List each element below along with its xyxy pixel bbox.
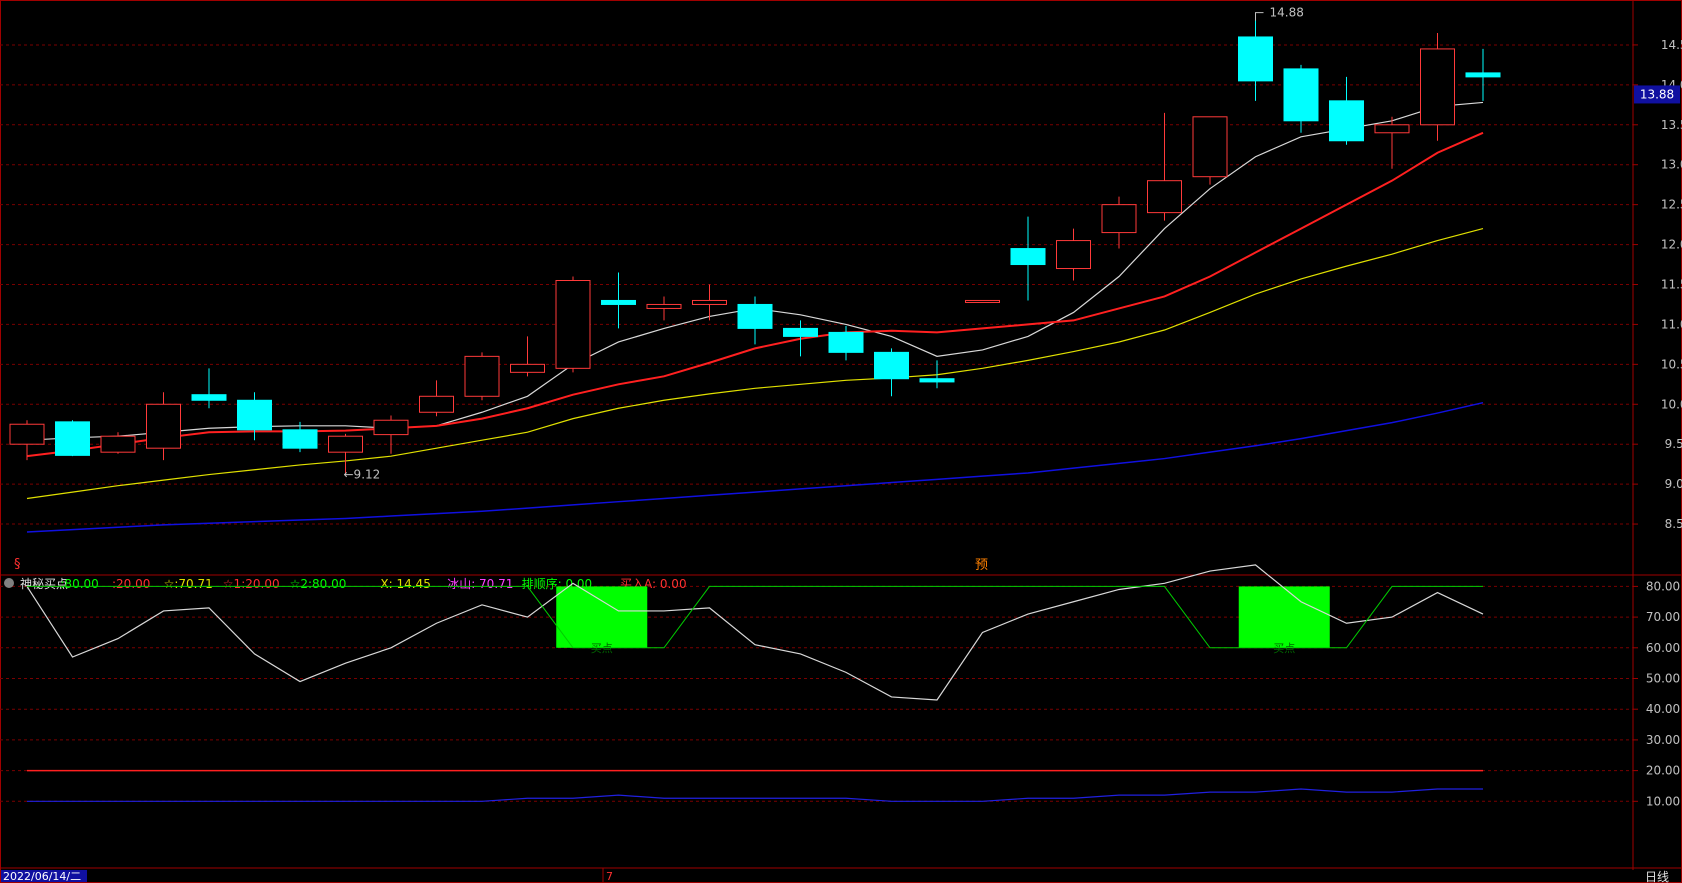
- high-label-arrow: [1255, 12, 1264, 21]
- candle-body[interactable]: [1374, 124, 1410, 134]
- main-ytick-label: 11.00: [1661, 317, 1682, 331]
- marker-forecast: 预: [975, 558, 988, 573]
- candle-body[interactable]: [9, 423, 45, 445]
- candle-body[interactable]: [965, 299, 1000, 303]
- indicator-ytick-label: 50.00: [1646, 672, 1680, 686]
- main-ytick-label: 12.00: [1661, 238, 1682, 252]
- candle-body[interactable]: [1056, 240, 1091, 270]
- candle-body[interactable]: [146, 403, 181, 449]
- candle-body[interactable]: [1465, 72, 1501, 78]
- candle-body[interactable]: [237, 399, 272, 431]
- indicator-ytick-label: 60.00: [1646, 641, 1680, 655]
- marker-section: §: [14, 557, 21, 572]
- footer-date: 2022/06/14/二: [3, 870, 81, 883]
- candle-body[interactable]: [1283, 68, 1319, 122]
- candle-body[interactable]: [282, 429, 318, 449]
- candle-body[interactable]: [919, 378, 955, 383]
- indicator-ytick-label: 40.00: [1646, 702, 1680, 716]
- buy-zone-block: [1238, 586, 1330, 648]
- candle-body[interactable]: [601, 299, 636, 305]
- ma-line-ma20: [26, 228, 1484, 500]
- main-ytick-label: 10.50: [1661, 357, 1682, 371]
- buy-zone-block: [556, 586, 648, 648]
- candle-body[interactable]: [646, 303, 682, 309]
- candle-body[interactable]: [191, 394, 227, 401]
- chart-border: [0, 0, 1682, 883]
- main-ytick-label: 12.50: [1661, 198, 1682, 212]
- main-ytick-label: 13.00: [1661, 158, 1682, 172]
- indicator-header-item: ☆1:20.00: [223, 577, 280, 591]
- main-ytick-label: 9.50: [1665, 437, 1682, 451]
- candle-body[interactable]: [510, 363, 545, 373]
- candle-body[interactable]: [1329, 100, 1364, 142]
- indicator-ytick-label: 30.00: [1646, 733, 1680, 747]
- candle-body[interactable]: [1238, 36, 1273, 82]
- footer-month-mark: 7: [606, 870, 613, 883]
- indicator-ytick-label: 70.00: [1646, 610, 1680, 624]
- main-ytick-label: 9.00: [1665, 477, 1682, 491]
- main-ytick-label: 14.50: [1661, 38, 1682, 52]
- candle-body[interactable]: [1192, 116, 1228, 178]
- candle-body[interactable]: [555, 280, 591, 369]
- chart-window: 8.50 9.00 9.50 10.00 10.50 11.00 11.50 12.00 12.…: [0, 0, 1682, 883]
- candle-body[interactable]: [1147, 180, 1182, 214]
- candle-body[interactable]: [55, 421, 90, 456]
- candle-body[interactable]: [328, 435, 363, 453]
- low-price-label: ←9.12: [344, 468, 381, 482]
- main-ytick-label: 10.00: [1661, 397, 1682, 411]
- indicator-ytick-label: 80.00: [1646, 579, 1680, 593]
- main-ytick-label: 8.50: [1665, 517, 1682, 531]
- candle-body[interactable]: [692, 299, 727, 305]
- main-ytick-label: 13.50: [1661, 118, 1682, 132]
- candle-body[interactable]: [783, 327, 818, 337]
- period-label[interactable]: 日线: [1645, 870, 1669, 883]
- current-price-label: 13.88: [1640, 87, 1674, 101]
- indicator-ytick-label: 10.00: [1646, 794, 1680, 808]
- candle-body[interactable]: [737, 303, 773, 329]
- indicator-toggle-icon[interactable]: [4, 578, 14, 588]
- indicator-header-item: :80.00: [60, 577, 98, 591]
- indicator-header-item: ☆2:80.00: [290, 577, 347, 591]
- indicator-header-item: :20.00: [112, 577, 150, 591]
- candle-body[interactable]: [874, 351, 909, 380]
- candle-body[interactable]: [1101, 204, 1137, 234]
- candle-body[interactable]: [464, 355, 500, 397]
- high-price-label: 14.88: [1270, 6, 1304, 20]
- level10-line: [27, 788, 1483, 802]
- candle-body[interactable]: [1420, 48, 1455, 126]
- main-ytick-label: 11.50: [1661, 277, 1682, 291]
- stock-chart-canvas[interactable]: 8.50 9.00 9.50 10.00 10.50 11.00 11.50 12.00 12.…: [0, 0, 1682, 883]
- indicator-header-item: 冰山: 70.71: [447, 577, 513, 591]
- candle-body[interactable]: [1010, 248, 1046, 266]
- candle-body[interactable]: [373, 419, 409, 436]
- indicator-header-item: X: 14.45: [380, 577, 430, 591]
- candle-body[interactable]: [100, 435, 136, 453]
- candle-body[interactable]: [419, 395, 454, 413]
- indicator-ytick-label: 20.00: [1646, 764, 1680, 778]
- ma-line-ma5: [26, 101, 1484, 441]
- indicator-header-item: ☆:70.71: [164, 577, 213, 591]
- candle-body[interactable]: [828, 331, 864, 353]
